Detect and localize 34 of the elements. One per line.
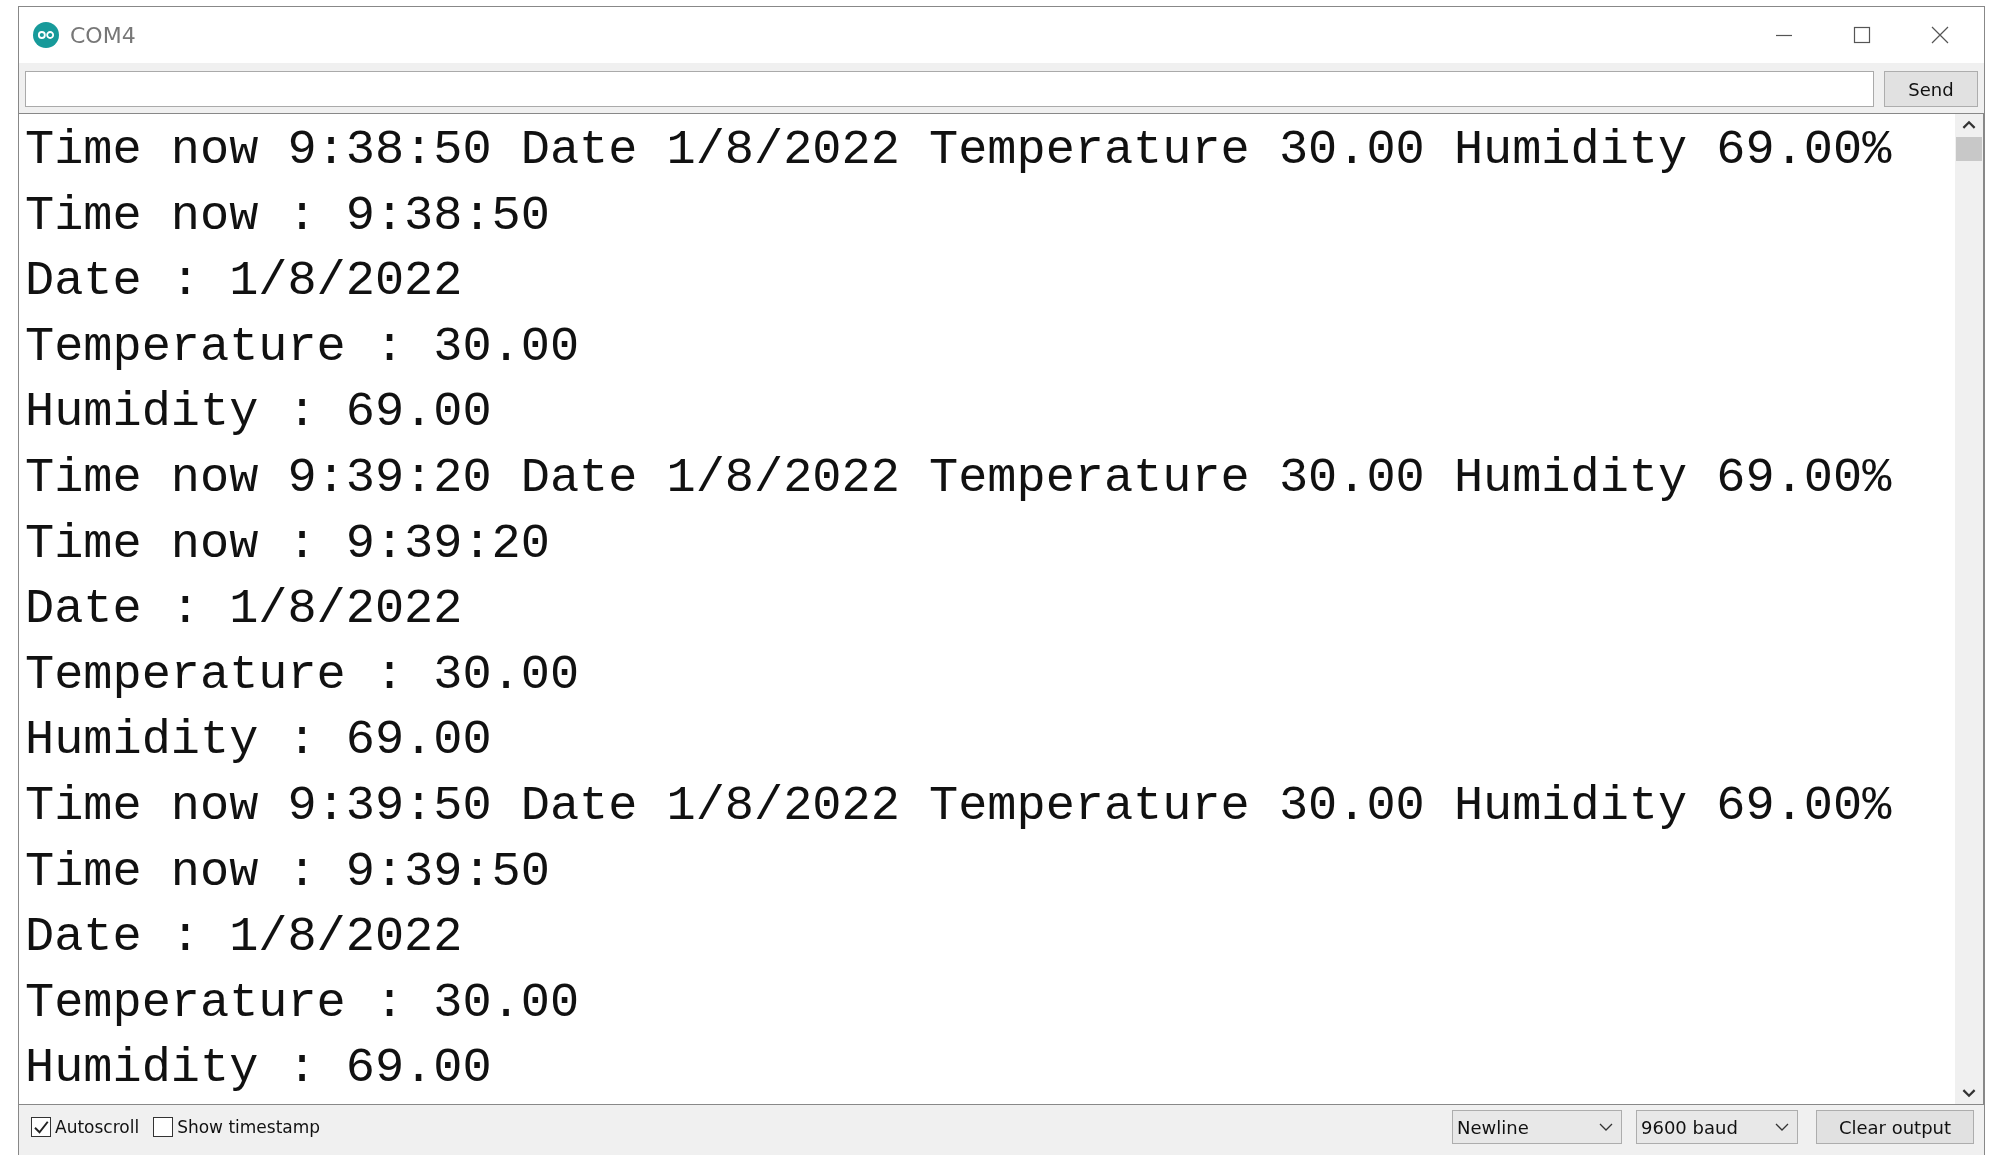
output-line: Humidity : 69.00: [25, 712, 493, 771]
output-line: Temperature : 30.00: [25, 974, 581, 1033]
clear-output-button[interactable]: Clear output: [1816, 1110, 1974, 1144]
output-line: Date : 1/8/2022: [25, 909, 464, 968]
window-title: COM4: [70, 22, 136, 48]
scrollbar-thumb[interactable]: [1956, 137, 1982, 161]
chevron-down-icon: [1599, 1123, 1613, 1131]
output-line: Temperature : 30.00: [25, 318, 581, 377]
output-line: Temperature : 30.00: [25, 646, 581, 705]
dropdown[interactable]: Newline: [1452, 1110, 1622, 1144]
output-line: Time now : 9:39:20: [25, 515, 551, 574]
output-line: Time now 9:39:20 Date 1/8/2022 Temperature 30.00 Humidity 69.00%: [25, 449, 1893, 508]
scroll-up-icon[interactable]: [1962, 120, 1976, 129]
send-button[interactable]: Send: [1884, 71, 1978, 107]
dropdown[interactable]: 9600 baud: [1636, 1110, 1798, 1144]
output-line: Date : 1/8/2022: [25, 253, 464, 312]
output-line: Time now : 9:39:50: [25, 843, 551, 902]
output-line: Time now : 9:38:50: [25, 187, 551, 246]
checkbox[interactable]: [31, 1117, 51, 1137]
chevron-down-icon: [1775, 1123, 1789, 1131]
app-logo-icon: [33, 22, 59, 48]
scroll-down-icon[interactable]: [1962, 1089, 1976, 1098]
maximize-icon[interactable]: [1852, 25, 1872, 45]
output-line: Date : 1/8/2022: [25, 581, 464, 640]
output-line: Humidity : 69.00: [25, 1040, 493, 1099]
checkbox[interactable]: [153, 1117, 174, 1137]
input-field[interactable]: [25, 71, 1874, 107]
output-line: Time now 9:38:50 Date 1/8/2022 Temperature 30.00 Humidity 69.00%: [25, 122, 1893, 180]
scrollbar[interactable]: [1955, 114, 1983, 1104]
checkbox-label: Show timestamp: [177, 1117, 321, 1137]
output-line: Time now 9:39:50 Date 1/8/2022 Temperature 30.00 Humidity 69.00%: [25, 777, 1893, 836]
close-icon[interactable]: [1930, 25, 1950, 45]
checkbox-label: Autoscroll: [55, 1117, 140, 1137]
output-line: Humidity : 69.00: [25, 384, 493, 443]
